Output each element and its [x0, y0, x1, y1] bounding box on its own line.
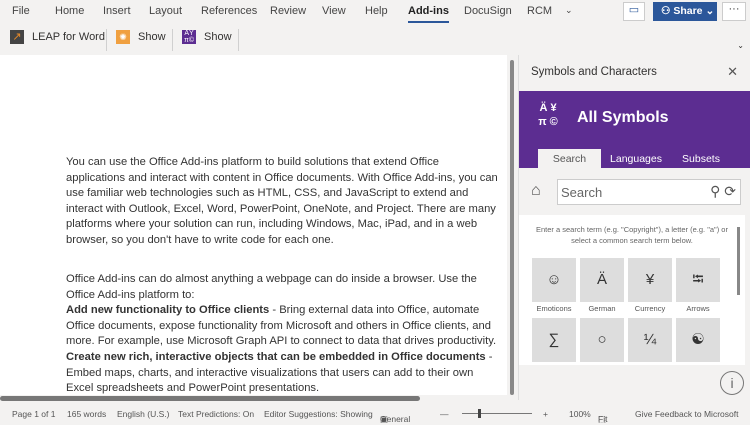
tab-docusign[interactable]: DocuSign	[464, 5, 512, 17]
share-button[interactable]: ⚇ Share ⌄	[653, 2, 717, 21]
addin-orange-icon: ✺	[116, 30, 130, 44]
language[interactable]: English (U.S.)	[117, 409, 169, 419]
tab-references[interactable]: References	[201, 5, 257, 17]
search-input[interactable]: Search ⚲ ⟳	[557, 179, 741, 205]
close-icon[interactable]: ✕	[727, 64, 738, 80]
word-count[interactable]: 165 words	[67, 409, 106, 419]
tab-file[interactable]: File	[12, 5, 30, 17]
pane-scrollbar[interactable]	[737, 227, 740, 295]
tab-rcm[interactable]: RCM	[527, 5, 552, 17]
tab-insert[interactable]: Insert	[103, 5, 131, 17]
info-icon[interactable]: i	[720, 371, 744, 395]
document-vertical-scrollbar[interactable]	[510, 60, 514, 395]
person-icon: ⚇	[661, 5, 674, 17]
symbol-list: Enter a search term (e.g. "Copyright"), …	[519, 215, 745, 365]
zoom-slider-thumb[interactable]	[478, 409, 481, 418]
paragraph: Office Add-ins can do almost anything a …	[66, 273, 497, 395]
document-horizontal-scrollbar[interactable]	[0, 396, 420, 401]
zoom-out-button[interactable]: —	[440, 409, 449, 419]
show-addin-button-1[interactable]: ✺ Show	[116, 30, 166, 44]
paragraph: You can use the Office Add-ins platform …	[66, 156, 498, 246]
collapse-ribbon-icon[interactable]: ⌄	[737, 41, 744, 50]
tile-label: German	[588, 304, 616, 313]
tile-label: Emoticons	[536, 304, 572, 313]
text-predictions[interactable]: Text Predictions: On	[178, 409, 254, 419]
tab-languages[interactable]: Languages	[607, 149, 665, 168]
leap-icon: ↗	[10, 30, 24, 44]
tile-german[interactable]: Ä	[580, 258, 624, 302]
show-addin-button-2[interactable]: ÄY π© Show	[182, 30, 232, 44]
pane-header: Ä ¥ π © All Symbols Search Languages Subs…	[519, 91, 750, 168]
symbols-logo: Ä ¥ π ©	[538, 102, 558, 128]
home-icon[interactable]: ⌂	[531, 182, 541, 200]
symbols-task-pane: Symbols and Characters ✕ Ä ¥ π © All Symb…	[518, 55, 750, 400]
tile-label: Currency	[634, 304, 666, 313]
ribbon-tabs: File Home Insert Layout References Revie…	[0, 0, 750, 24]
editor-suggestions[interactable]: Editor Suggestions: Showing	[264, 409, 373, 419]
tab-view[interactable]: View	[322, 5, 346, 17]
tile-fractions[interactable]: ¼	[628, 318, 672, 362]
tile-arrows[interactable]: ⭾	[676, 258, 720, 302]
leap-button[interactable]: ↗ LEAP for Word	[10, 30, 105, 44]
tile-currency[interactable]: ¥	[628, 258, 672, 302]
more-options-button[interactable]: ···	[722, 2, 746, 21]
document-page[interactable]: You can use the Office Add-ins platform …	[0, 55, 507, 395]
feedback-link[interactable]: Give Feedback to Microsoft	[635, 409, 738, 419]
tile-math[interactable]: ∑	[532, 318, 576, 362]
pane-title: Symbols and Characters	[531, 66, 657, 78]
tile-label: Arrows	[686, 304, 710, 313]
zoom-slider[interactable]	[462, 413, 532, 414]
zoom-level[interactable]: 100%	[569, 409, 591, 419]
more-tabs-chevron-icon[interactable]: ⌄	[565, 5, 573, 16]
symbols-addin-icon: ÄY π©	[182, 30, 196, 44]
page-count[interactable]: Page 1 of 1	[12, 409, 55, 419]
ribbon-toolbar: ↗ LEAP for Word ✺ Show ÄY π© Show ⌄	[0, 27, 750, 53]
search-icon[interactable]: ⚲	[710, 183, 720, 199]
tile-misc[interactable]: ☯	[676, 318, 720, 362]
tab-layout[interactable]: Layout	[149, 5, 182, 17]
status-bar: Page 1 of 1 165 words English (U.S.) Tex…	[12, 409, 739, 424]
comments-button[interactable]: ▭	[623, 2, 645, 21]
zoom-in-button[interactable]: +	[543, 409, 548, 419]
tile-shapes[interactable]: ○	[580, 318, 624, 362]
hint-text: Enter a search term (e.g. "Copyright"), …	[536, 225, 728, 245]
tab-home[interactable]: Home	[55, 5, 84, 17]
tab-search[interactable]: Search	[538, 149, 601, 168]
tile-emoticons[interactable]: ☺	[532, 258, 576, 302]
refresh-icon[interactable]: ⟳	[724, 183, 736, 199]
tab-review[interactable]: Review	[270, 5, 306, 17]
tab-help[interactable]: Help	[365, 5, 388, 17]
tab-subsets[interactable]: Subsets	[677, 149, 725, 168]
pane-heading: All Symbols	[577, 109, 669, 126]
tab-add-ins[interactable]: Add-ins	[408, 5, 449, 23]
